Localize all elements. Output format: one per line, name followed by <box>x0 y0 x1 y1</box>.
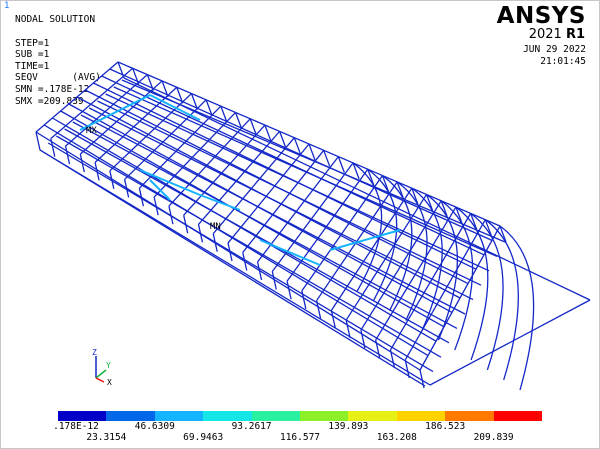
legend-label-lower: 209.839 <box>473 432 514 443</box>
min-marker: MN <box>210 222 221 232</box>
legend-swatch <box>251 411 301 421</box>
legend-swatch <box>203 411 252 421</box>
contour-legend-labels: .178E-12 46.6309 93.2617 139.893 186.523 23.3… <box>0 421 600 447</box>
legend-label-upper: 93.2617 <box>231 421 272 432</box>
legend-swatch <box>493 411 543 421</box>
legend-swatch <box>58 411 107 421</box>
triad-x-label: X <box>107 378 112 387</box>
triad-z-label: Z <box>92 348 97 357</box>
legend-swatch <box>106 411 155 421</box>
axis-triad: Z Y X <box>92 348 112 387</box>
legend-label-upper: 46.6309 <box>134 421 175 432</box>
legend-label-lower: 163.208 <box>376 432 417 443</box>
legend-swatch <box>445 411 494 421</box>
legend-swatch <box>300 411 349 421</box>
legend-label-upper: .178E-12 <box>53 421 99 432</box>
legend-label-lower: 23.3154 <box>86 432 127 443</box>
max-marker: MX <box>86 126 97 136</box>
legend-label-upper: 186.523 <box>425 421 466 432</box>
legend-label-lower: 116.577 <box>279 432 321 443</box>
legend-swatch <box>154 411 204 421</box>
legend-swatch <box>396 411 446 421</box>
legend-swatch <box>348 411 397 421</box>
legend-label-lower: 69.9463 <box>183 432 224 443</box>
contour-legend-bar <box>58 411 543 421</box>
triad-y-label: Y <box>106 361 111 370</box>
legend-label-upper: 139.893 <box>328 421 369 432</box>
